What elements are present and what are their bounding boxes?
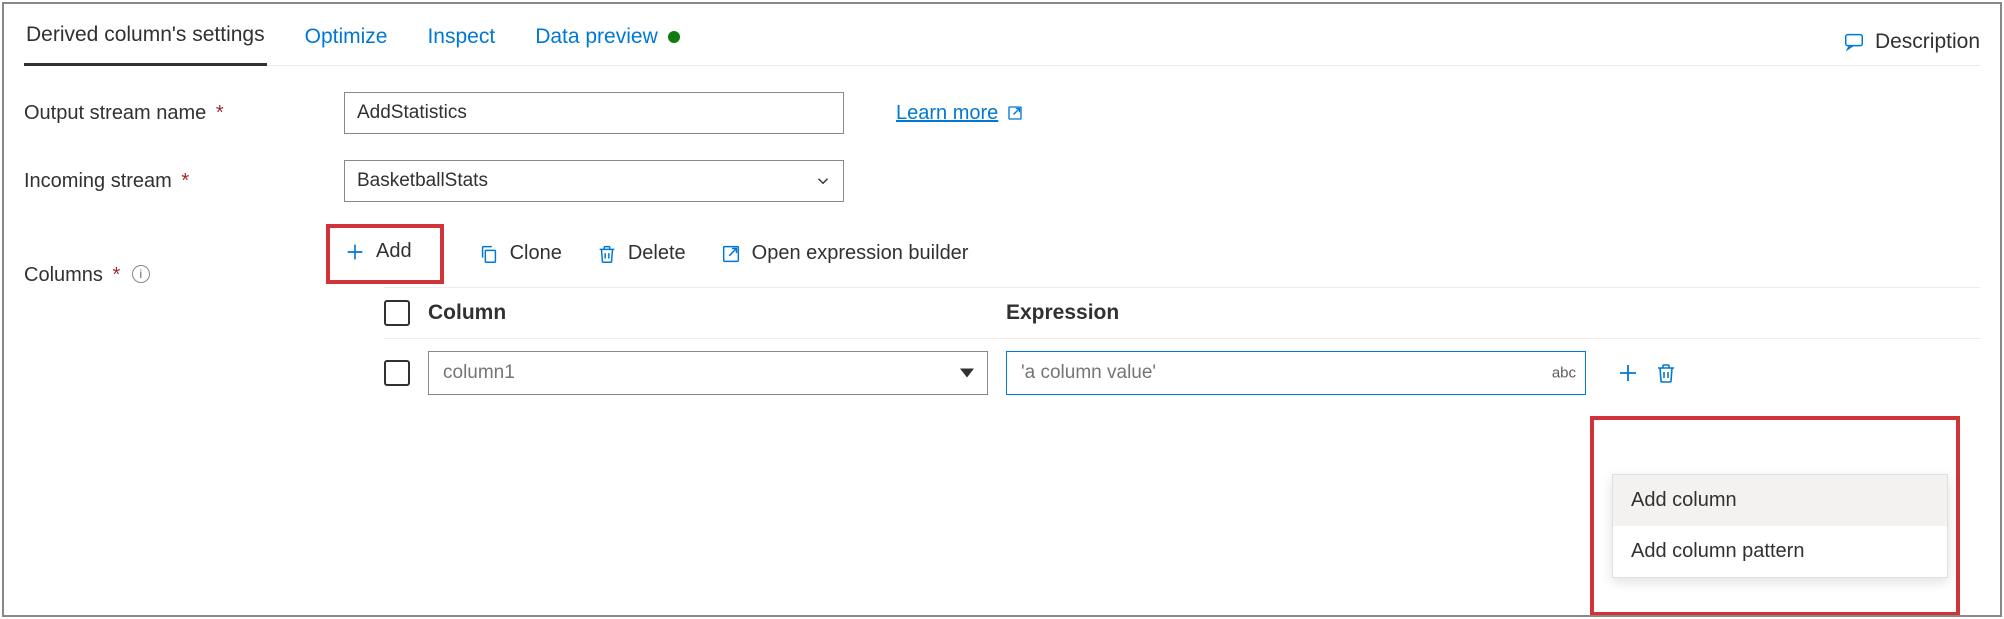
- incoming-stream-value: BasketballStats: [357, 170, 488, 192]
- delete-button[interactable]: Delete: [596, 242, 686, 265]
- tab-data-preview-label: Data preview: [535, 25, 658, 49]
- menu-add-column-pattern-label: Add column pattern: [1631, 540, 1804, 562]
- columns-row: Columns * i: [24, 264, 1980, 287]
- tabs-row: Derived column's settings Optimize Inspe…: [24, 18, 1980, 66]
- column-header-expression: Expression: [1006, 301, 1980, 325]
- expression-wrap: abc: [1006, 351, 1586, 395]
- column-name-wrap: [428, 351, 988, 395]
- required-asterisk: *: [112, 264, 120, 286]
- expression-input[interactable]: [1006, 351, 1586, 395]
- required-asterisk: *: [181, 170, 189, 192]
- add-button-label: Add: [376, 240, 412, 263]
- row-checkbox[interactable]: [384, 360, 410, 386]
- menu-add-column-pattern[interactable]: Add column pattern: [1613, 526, 1947, 577]
- clone-button-label: Clone: [510, 242, 562, 265]
- delete-row-icon[interactable]: [1654, 361, 1678, 385]
- add-dropdown-menu: Add column Add column pattern: [1612, 474, 1948, 578]
- columns-label-text: Columns: [24, 264, 103, 286]
- row-actions: [1616, 361, 1678, 385]
- output-stream-label: Output stream name *: [24, 102, 344, 125]
- external-link-icon: [1006, 104, 1024, 122]
- type-badge: abc: [1552, 364, 1576, 381]
- comment-icon: [1843, 31, 1865, 53]
- learn-more-link[interactable]: Learn more: [896, 102, 1024, 125]
- trash-icon: [596, 243, 618, 265]
- plus-icon: [344, 241, 366, 263]
- tab-settings[interactable]: Derived column's settings: [24, 18, 267, 66]
- description-button[interactable]: Description: [1843, 30, 1980, 54]
- tab-inspect-label: Inspect: [427, 25, 495, 49]
- derived-column-panel: Derived column's settings Optimize Inspe…: [2, 2, 2002, 617]
- open-external-icon: [720, 243, 742, 265]
- description-label: Description: [1875, 30, 1980, 54]
- incoming-stream-select-wrap: BasketballStats: [344, 160, 844, 202]
- incoming-stream-row: Incoming stream * BasketballStats: [24, 160, 1980, 202]
- add-button[interactable]: Add: [344, 240, 412, 263]
- tab-settings-label: Derived column's settings: [26, 23, 265, 47]
- columns-header-row: Column Expression: [384, 288, 1980, 339]
- delete-button-label: Delete: [628, 242, 686, 265]
- info-icon[interactable]: i: [132, 265, 150, 283]
- status-dot-icon: [668, 31, 680, 43]
- output-stream-input[interactable]: [344, 92, 844, 134]
- menu-add-column[interactable]: Add column: [1613, 475, 1947, 526]
- tab-optimize-label: Optimize: [305, 25, 388, 49]
- required-asterisk: *: [216, 102, 224, 124]
- copy-icon: [478, 243, 500, 265]
- output-stream-label-text: Output stream name: [24, 102, 206, 124]
- column-name-input[interactable]: [428, 351, 988, 395]
- clone-button[interactable]: Clone: [478, 242, 562, 265]
- table-row: abc: [384, 339, 1980, 407]
- incoming-stream-label: Incoming stream *: [24, 170, 344, 193]
- columns-table: Column Expression abc: [384, 287, 1980, 407]
- select-all-checkbox[interactable]: [384, 300, 410, 326]
- output-stream-row: Output stream name * Learn more: [24, 92, 1980, 134]
- menu-add-column-label: Add column: [1631, 489, 1737, 511]
- tab-data-preview[interactable]: Data preview: [533, 18, 682, 66]
- columns-label: Columns * i: [24, 264, 344, 287]
- tab-optimize[interactable]: Optimize: [303, 18, 390, 66]
- incoming-stream-label-text: Incoming stream: [24, 170, 172, 192]
- learn-more-text: Learn more: [896, 102, 998, 125]
- open-expression-builder-label: Open expression builder: [752, 242, 969, 265]
- column-header-name: Column: [428, 301, 988, 325]
- open-expression-builder-button[interactable]: Open expression builder: [720, 242, 969, 265]
- incoming-stream-select[interactable]: BasketballStats: [344, 160, 844, 202]
- tab-inspect[interactable]: Inspect: [425, 18, 497, 66]
- add-row-icon[interactable]: [1616, 361, 1640, 385]
